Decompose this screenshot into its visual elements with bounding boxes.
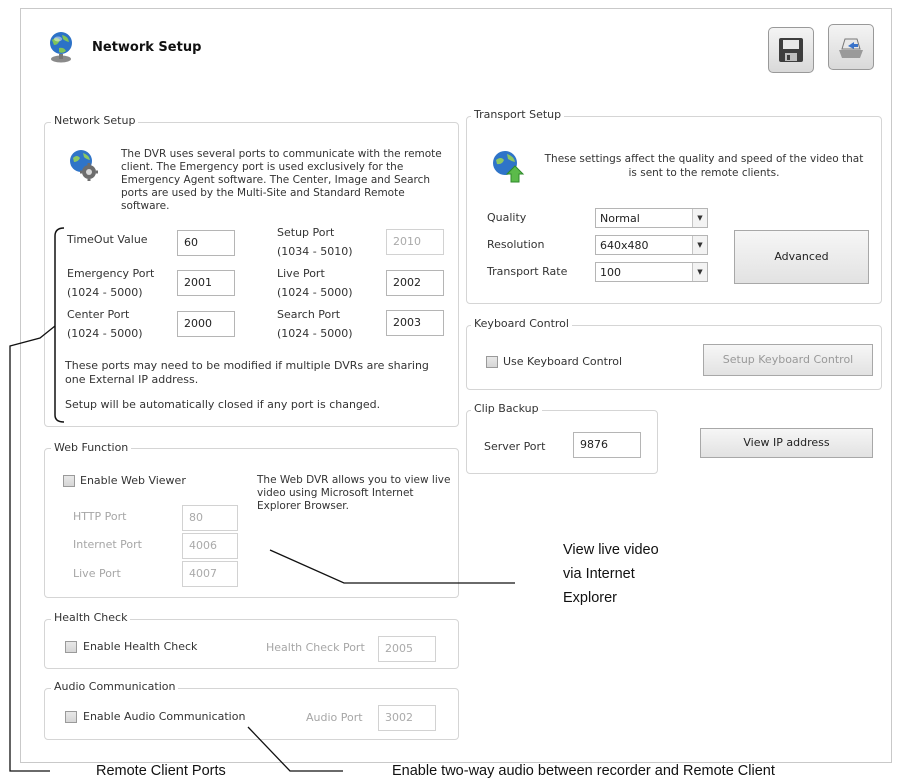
audio-callout-text: Enable two-way audio between recorder an… [392,763,775,779]
web-callout-line [269,549,515,584]
ports-callout-text: Remote Client Ports [96,763,226,779]
ports-callout-line [9,325,56,772]
web-callout-line-3: Explorer [563,590,617,606]
ports-bracket [54,227,65,423]
callout-lines [9,227,515,772]
web-callout-line-1: View live video [563,542,659,558]
audio-callout-line [247,726,343,772]
web-callout-line-2: via Internet [563,566,635,582]
